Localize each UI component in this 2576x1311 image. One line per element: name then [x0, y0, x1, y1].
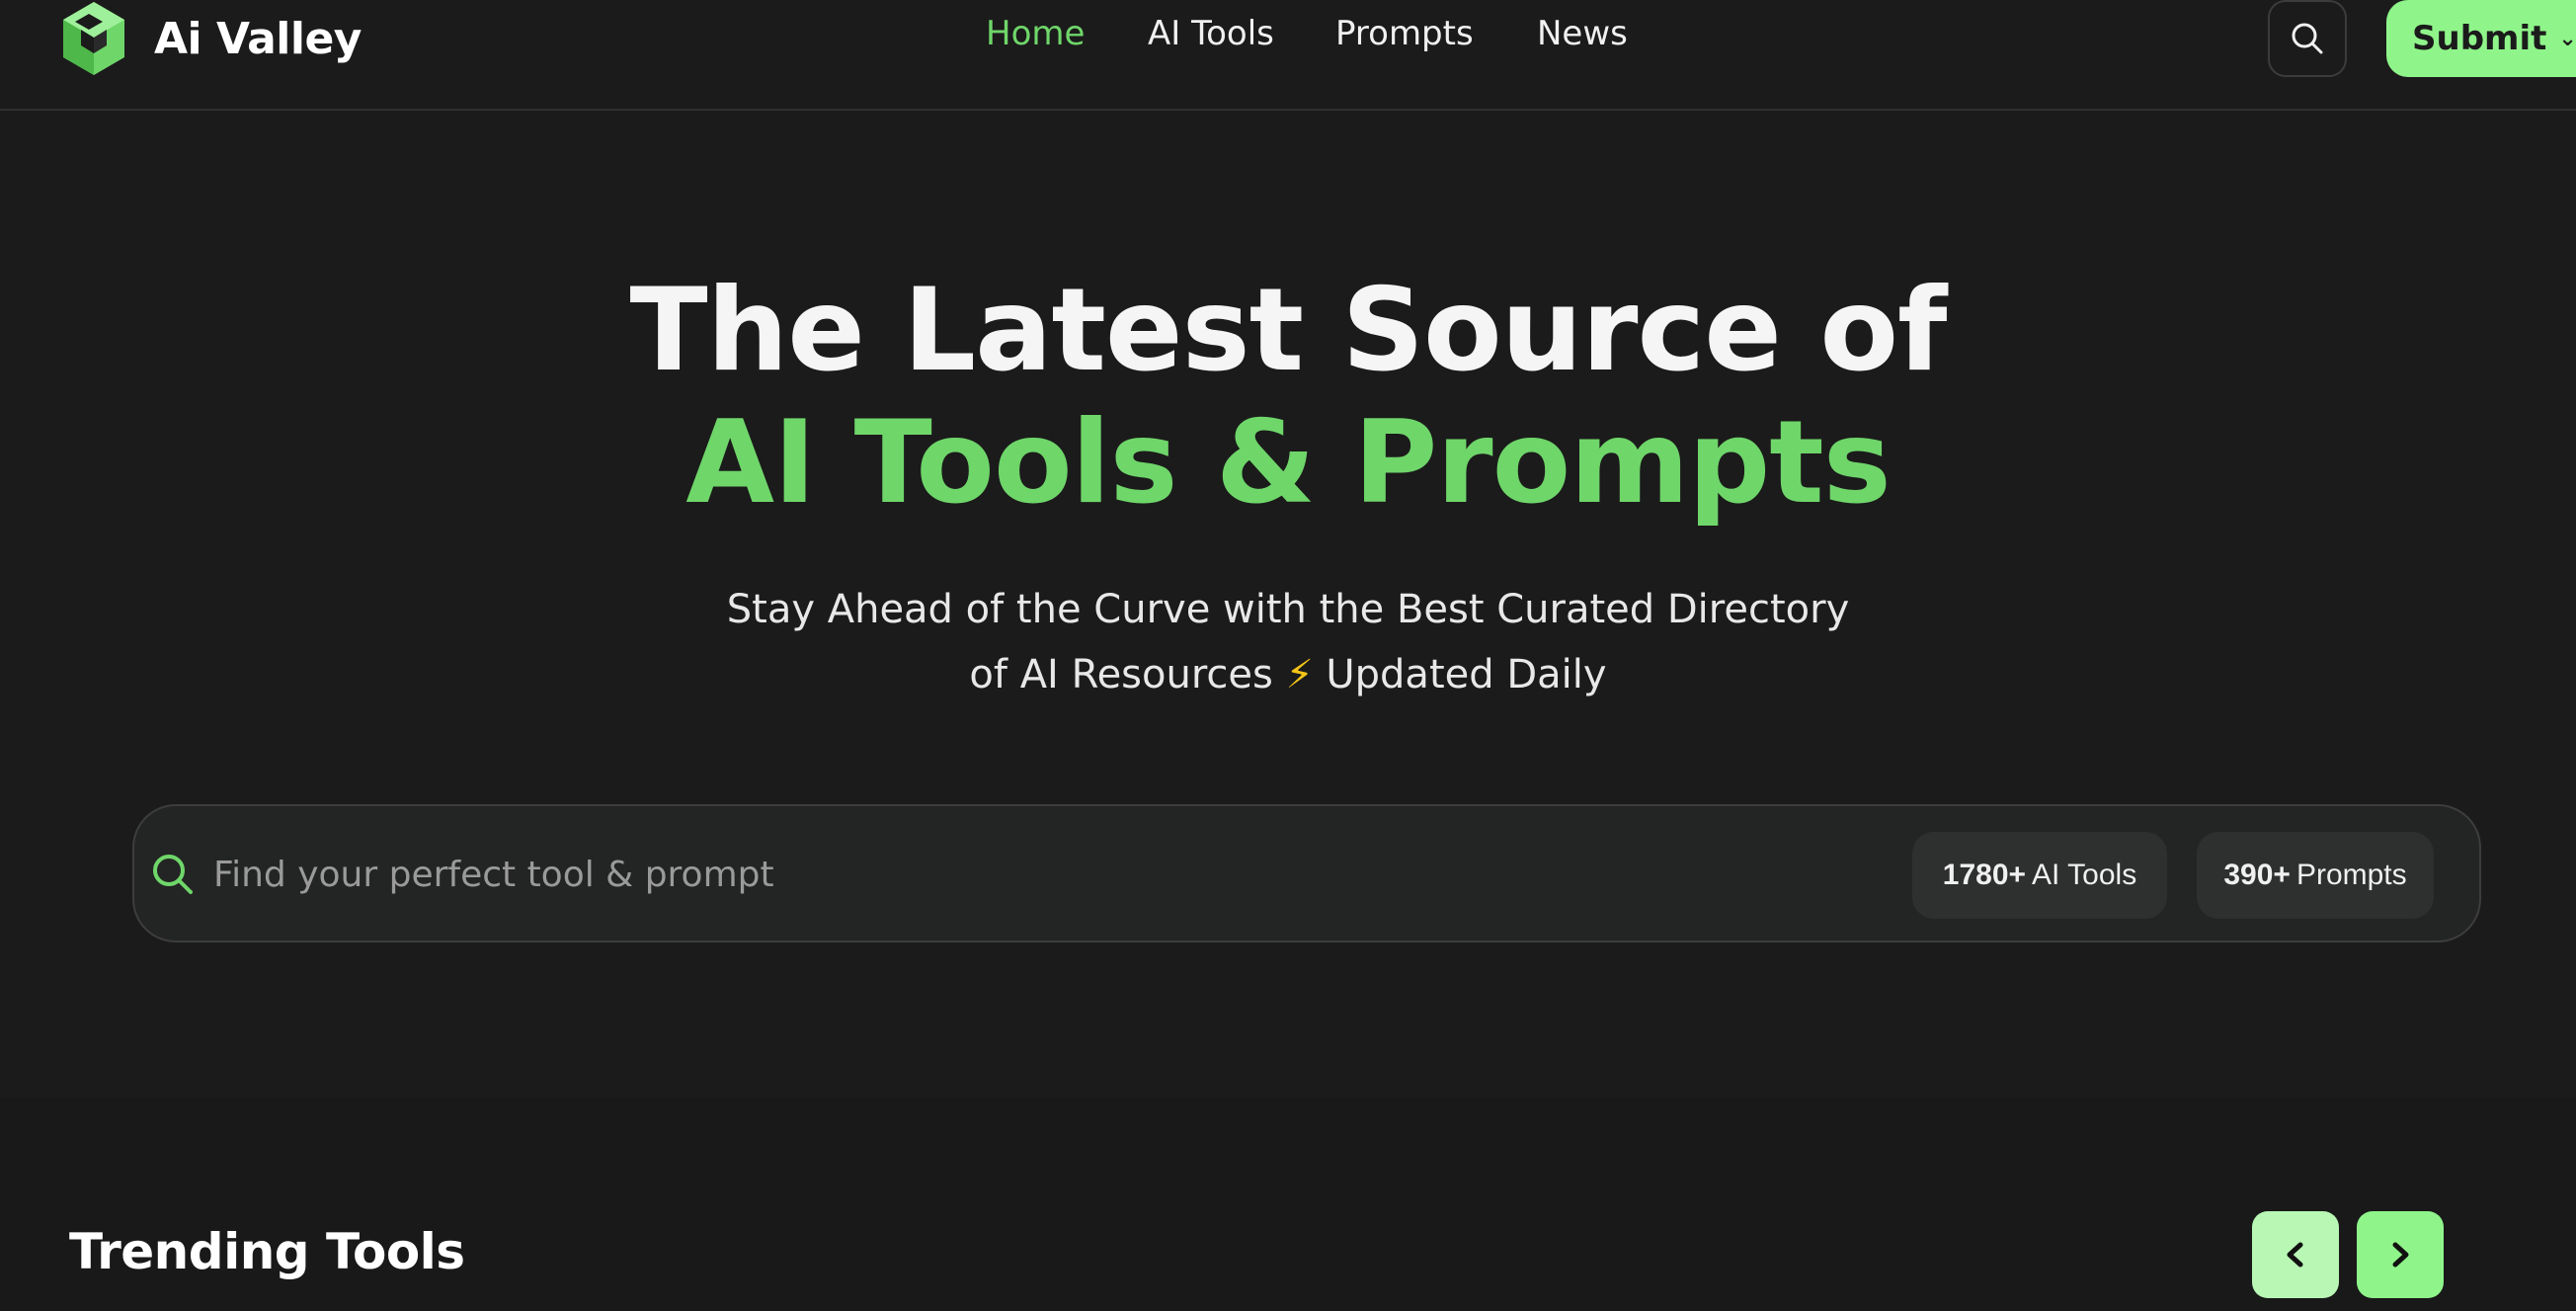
- top-navbar: Ai Valley Home AI Tools Prompts News Sub…: [0, 0, 2576, 111]
- stat-ai-tools-label: AI Tools: [2032, 859, 2137, 891]
- search-icon: [2292, 23, 2323, 54]
- carousel-prev-button[interactable]: [2252, 1211, 2339, 1298]
- search-icon: [153, 855, 193, 894]
- nav-news[interactable]: News: [1537, 14, 1628, 53]
- brand-logo[interactable]: Ai Valley: [59, 0, 362, 77]
- chevron-right-icon: [2392, 1242, 2409, 1268]
- hero-subtitle-part-b: Updated Daily: [1326, 652, 1607, 697]
- chevron-down-icon: ⌄: [2558, 26, 2576, 51]
- hero-subtitle-line1: Stay Ahead of the Curve with the Best Cu…: [726, 587, 1850, 632]
- hero-subtitle-part-a: of AI Resources: [969, 652, 1273, 697]
- trending-title: Trending Tools: [69, 1223, 465, 1280]
- hero-title-line1: The Latest Source of: [629, 264, 1948, 397]
- hero-subtitle: Stay Ahead of the Curve with the Best Cu…: [0, 577, 2576, 707]
- hero-title: The Latest Source of AI Tools & Prompts: [0, 265, 2576, 530]
- nav-ai-tools[interactable]: AI Tools: [1148, 14, 1274, 53]
- brand-name: Ai Valley: [154, 13, 362, 64]
- stat-ai-tools[interactable]: 1780+ AI Tools: [1912, 832, 2167, 919]
- stat-prompts-label: Prompts: [2295, 859, 2407, 891]
- lightning-icon: ⚡: [1285, 652, 1314, 697]
- main-search-bar: 1780+ AI Tools 390+ Prompts: [132, 804, 2481, 942]
- carousel-next-button[interactable]: [2357, 1211, 2444, 1298]
- header-search-button[interactable]: [2268, 0, 2347, 77]
- stat-ai-tools-count: 1780+: [1942, 859, 2027, 891]
- search-input[interactable]: [213, 840, 1892, 909]
- cube-logo-icon: [63, 2, 124, 75]
- nav-prompts[interactable]: Prompts: [1335, 14, 1474, 53]
- hero-title-line2: AI Tools & Prompts: [685, 396, 1891, 530]
- hero-subtitle-line2: of AI Resources ⚡ Updated Daily: [0, 642, 2576, 707]
- submit-button[interactable]: Submit ⌄: [2386, 0, 2576, 77]
- stat-prompts-count: 390+: [2223, 859, 2291, 891]
- nav-home[interactable]: Home: [986, 14, 1085, 53]
- chevron-left-icon: [2287, 1242, 2303, 1268]
- stat-prompts[interactable]: 390+ Prompts: [2197, 832, 2434, 919]
- submit-label: Submit: [2412, 19, 2547, 58]
